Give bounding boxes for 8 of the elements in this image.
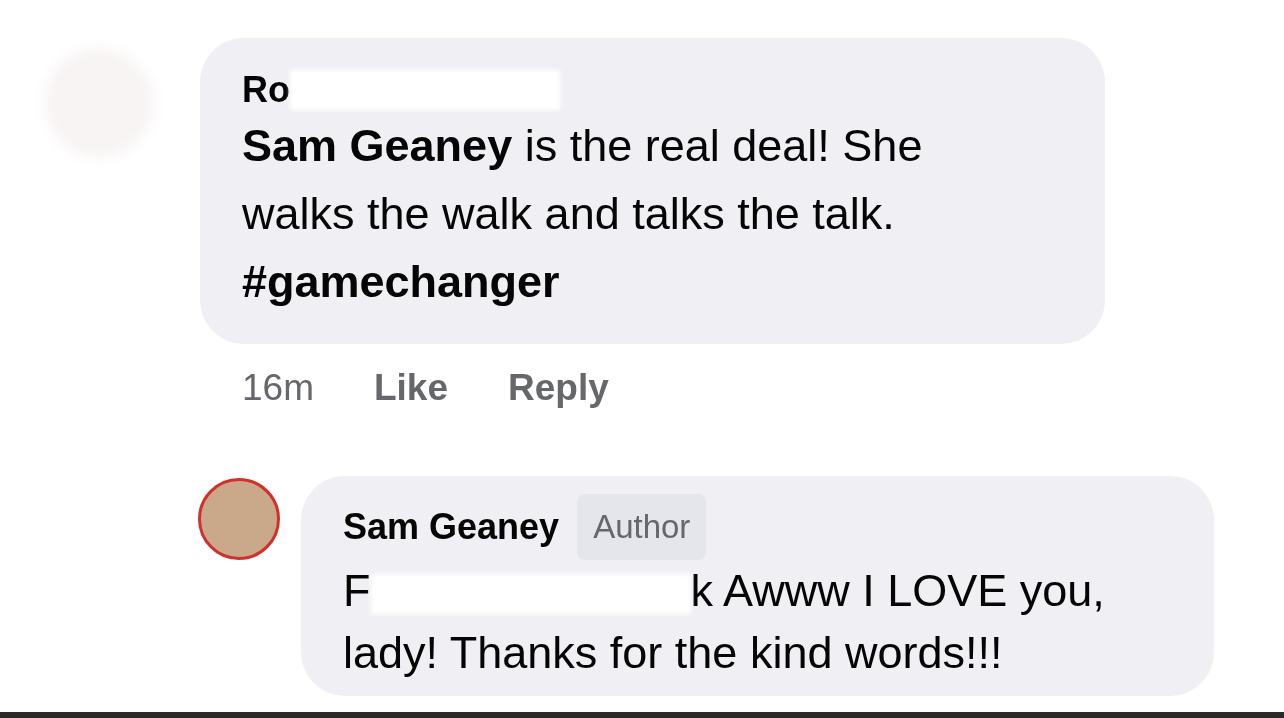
comment-time: 16m (242, 366, 314, 410)
comment-action-link[interactable]: Reply (508, 360, 609, 416)
comment-text: F k Awww I LOVE you, lady! Thanks for the kind words!!! (343, 563, 1106, 680)
commenter-name[interactable]: Sam Geaney (343, 504, 560, 549)
comment-action-link[interactable]: Like (374, 360, 449, 416)
comment-text: Sam Geaney is the real deal! She walks the walk and talks the talk. #gamechanger (242, 119, 924, 309)
author-badge: Author (577, 493, 707, 560)
commenter-name[interactable]: Ro (242, 68, 290, 112)
